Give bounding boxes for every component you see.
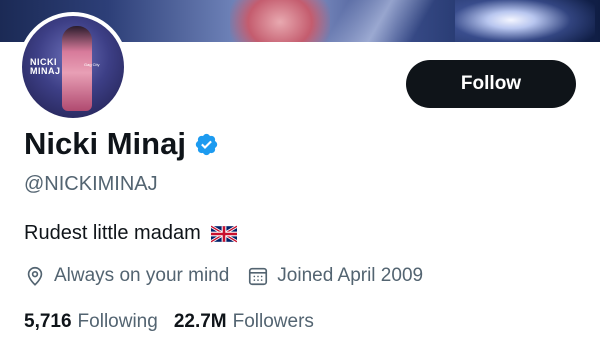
profile-handle: @NICKIMINAJ <box>24 173 158 195</box>
joined-text: Joined April 2009 <box>277 265 424 286</box>
location-text: Always on your mind <box>54 265 230 286</box>
display-name: Nicki Minaj <box>24 126 186 161</box>
profile-stats: 5,716 Following 22.7M Followers <box>24 311 314 333</box>
joined-item: Joined April 2009 <box>247 265 423 287</box>
avatar-logo-text: NICKI MINAJ <box>30 58 61 76</box>
verified-badge-icon[interactable] <box>194 132 219 157</box>
avatar-figure <box>62 26 92 111</box>
avatar-logo-line2: MINAJ <box>30 66 61 76</box>
banner-light-streak <box>320 0 440 42</box>
bio-text: Rudest little madam <box>24 222 201 244</box>
banner-figure <box>230 0 330 42</box>
profile-bio: Rudest little madam <box>24 222 238 245</box>
avatar[interactable]: NICKI MINAJ Gag City <box>18 12 128 122</box>
following-label: Following <box>77 311 158 332</box>
followers-label: Followers <box>232 311 314 332</box>
profile-meta: Always on your mind Joined April 2009 <box>24 265 423 287</box>
followers-link[interactable]: 22.7M Followers <box>174 311 314 333</box>
location-item: Always on your mind <box>24 265 229 287</box>
followers-count: 22.7M <box>173 311 227 332</box>
name-row: Nicki Minaj <box>24 126 219 162</box>
avatar-sub-text: Gag City <box>84 62 100 67</box>
uk-flag-icon <box>209 224 238 243</box>
follow-button[interactable]: Follow <box>406 60 576 108</box>
following-count: 5,716 <box>24 311 72 332</box>
following-link[interactable]: 5,716 Following <box>24 311 158 333</box>
location-pin-icon <box>24 265 46 287</box>
banner-galaxy <box>455 0 595 42</box>
calendar-icon <box>247 265 269 287</box>
